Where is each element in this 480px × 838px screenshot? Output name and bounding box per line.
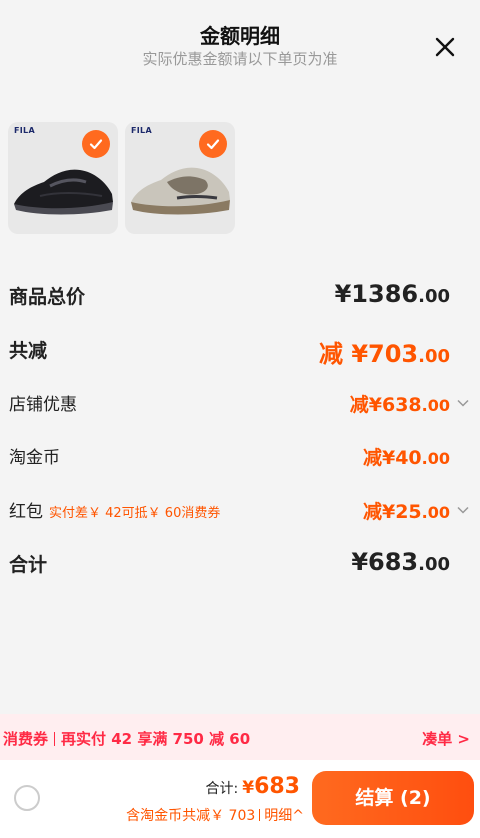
redpacket-label-group: 红包 实付差￥ 42可抵￥ 60消费券 — [9, 497, 220, 522]
coin-prefix: 减 — [362, 447, 382, 469]
discount-dec: .00 — [418, 346, 450, 367]
footer-sum-value: 683 — [254, 774, 300, 799]
total-price-dec: .00 — [418, 286, 450, 307]
shoe-image — [14, 169, 113, 215]
coin-dec: .00 — [421, 449, 450, 468]
footer-discount-text: 含淘金币共减￥ 703 — [126, 808, 256, 824]
product-thumb-1[interactable]: FILA — [8, 122, 118, 234]
brand-logo: FILA — [14, 126, 35, 135]
shop-discount-label: 店铺优惠 — [9, 395, 77, 415]
footer-divider — [259, 809, 261, 821]
final-dec: .00 — [418, 554, 450, 575]
footer-sum-label: 合计: — [205, 781, 239, 797]
redpacket-prefix: 减 — [362, 501, 382, 523]
sheet-subtitle: 实际优惠金额请以下单页为准 — [142, 50, 338, 68]
coin-discount-value: 减¥40.00 — [363, 443, 450, 470]
product-thumb-2[interactable]: FILA — [125, 122, 235, 234]
redpacket-discount-value: 减¥25.00 — [363, 497, 450, 524]
total-price-int: ¥1386 — [334, 280, 419, 308]
product-thumbnails: FILA FILA — [8, 122, 235, 234]
coupon-promo-bar: 消费券 再实付 42 享满 750 减 60 凑单 > — [0, 714, 480, 760]
final-int: ¥683 — [351, 548, 419, 576]
shop-dec: .00 — [421, 396, 450, 415]
checkout-button[interactable]: 结算 (2) — [312, 771, 474, 825]
shop-discount-value: 减¥638.00 — [350, 390, 450, 417]
promo-divider — [54, 732, 56, 746]
sheet-header: 金额明细 实际优惠金额请以下单页为准 — [0, 0, 480, 90]
sheet-title: 金额明细 — [200, 24, 280, 48]
chevron-down-icon[interactable] — [456, 503, 470, 517]
promo-text: 消费券 再实付 42 享满 750 减 60 — [3, 728, 250, 749]
redpacket-label: 红包 — [9, 502, 43, 522]
coin-discount-label: 淘金币 — [9, 448, 60, 468]
amount-detail-sheet: 金额明细 实际优惠金额请以下单页为准 FILA FILA 商品总价 ¥1386.… — [0, 0, 480, 838]
discount-int: ¥703 — [351, 340, 419, 368]
redpacket-dec: .00 — [421, 503, 450, 522]
chevron-down-icon[interactable] — [456, 396, 470, 410]
discount-prefix: 减 — [318, 340, 343, 368]
footer-discount-summary: 含淘金币共减￥ 703 明细^ — [126, 805, 304, 825]
final-total-label: 合计 — [9, 554, 48, 576]
brand-logo: FILA — [131, 126, 152, 135]
total-discount-value: 减 ¥703.00 — [319, 334, 450, 369]
promo-tag: 消费券 — [3, 730, 49, 748]
shoe-image — [131, 167, 230, 215]
coin-int: ¥40 — [381, 447, 422, 469]
shop-prefix: 减 — [349, 394, 369, 416]
total-discount-label: 共减 — [9, 340, 48, 362]
add-more-items-link[interactable]: 凑单 > — [422, 728, 470, 749]
detail-toggle-link[interactable]: 明细^ — [264, 808, 304, 824]
total-price-label: 商品总价 — [9, 286, 86, 308]
checkout-footer: 合计: ¥683 含淘金币共减￥ 703 明细^ 结算 (2) — [0, 760, 480, 838]
final-total-value: ¥683.00 — [351, 548, 450, 576]
footer-sum-currency: ¥ — [242, 778, 255, 798]
close-icon[interactable] — [428, 30, 462, 64]
footer-sum: 合计: ¥683 — [206, 774, 301, 799]
select-all-radio[interactable] — [14, 785, 40, 811]
redpacket-hint: 实付差￥ 42可抵￥ 60消费券 — [49, 506, 221, 521]
shop-int: ¥638 — [368, 394, 422, 416]
total-price-value: ¥1386.00 — [335, 280, 450, 308]
redpacket-int: ¥25 — [381, 501, 422, 523]
promo-message: 再实付 42 享满 750 减 60 — [61, 730, 251, 748]
